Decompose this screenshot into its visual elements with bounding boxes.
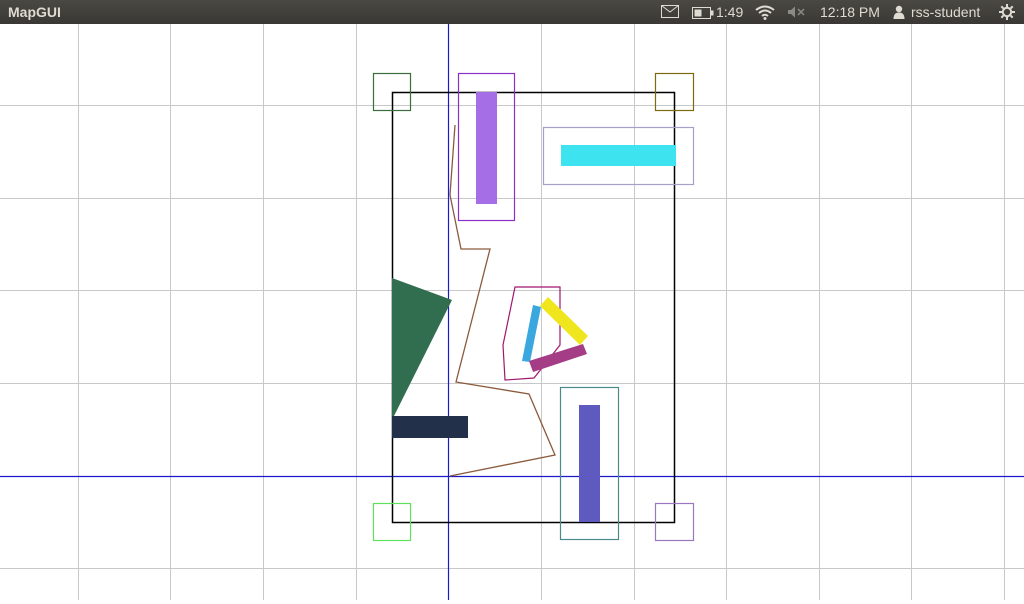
volume-muted-icon[interactable] — [787, 5, 807, 22]
gear-power-icon[interactable] — [998, 3, 1016, 24]
username[interactable]: rss-student — [911, 4, 980, 20]
map-view[interactable] — [0, 24, 1024, 600]
clock[interactable]: 12:18 PM — [820, 4, 880, 20]
battery-time[interactable]: 1:49 — [716, 4, 743, 20]
battery-icon[interactable] — [692, 6, 714, 22]
mail-icon[interactable] — [661, 5, 679, 21]
indigo-obstacle — [579, 405, 600, 522]
navy-obstacle — [392, 416, 468, 438]
wifi-icon[interactable] — [754, 4, 776, 23]
green-triangle-obstacle — [392, 278, 452, 420]
blue-obstacle — [522, 305, 541, 362]
cyan-obstacle — [561, 145, 676, 166]
grid — [0, 24, 1024, 600]
purple-obstacle — [476, 92, 497, 204]
app-title: MapGUI — [8, 4, 61, 20]
top-panel: MapGUI 1:49 12:18 PM rss-student — [0, 0, 1024, 24]
user-icon[interactable] — [893, 5, 905, 22]
yellow-obstacle — [540, 297, 588, 345]
map-canvas[interactable] — [0, 24, 1024, 600]
